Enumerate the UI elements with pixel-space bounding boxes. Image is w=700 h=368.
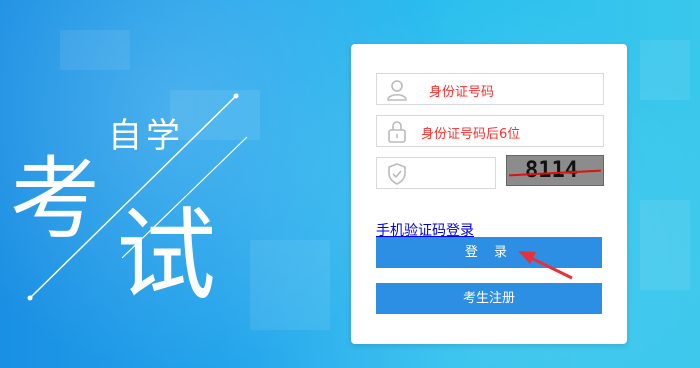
- password-field[interactable]: 身份证号码后6位: [376, 115, 604, 147]
- id-number-placeholder: 身份证号码: [429, 85, 495, 100]
- login-button[interactable]: 登 录: [376, 237, 602, 268]
- register-button[interactable]: 考生注册: [376, 283, 602, 314]
- password-placeholder: 身份证号码后6位: [421, 127, 521, 142]
- art-char-kao: 考: [10, 147, 100, 252]
- id-number-field[interactable]: 身份证号码: [376, 73, 604, 105]
- art-char-xue: 学: [146, 116, 180, 156]
- lock-icon: [388, 121, 406, 143]
- shield-icon: [388, 163, 406, 185]
- captcha-image[interactable]: 8114: [506, 155, 604, 186]
- art-char-shi: 试: [116, 197, 216, 314]
- login-panel: 身份证号码 身份证号码后6位 8114 手机验证码登录 登 录 考生注册: [351, 44, 627, 344]
- user-icon: [387, 80, 407, 101]
- title-art: 自 学 考 试: [10, 93, 248, 314]
- art-char-zi: 自: [108, 116, 142, 156]
- art-dot-1: [27, 295, 33, 301]
- captcha-input[interactable]: [376, 157, 496, 189]
- art-dot-2: [233, 93, 239, 99]
